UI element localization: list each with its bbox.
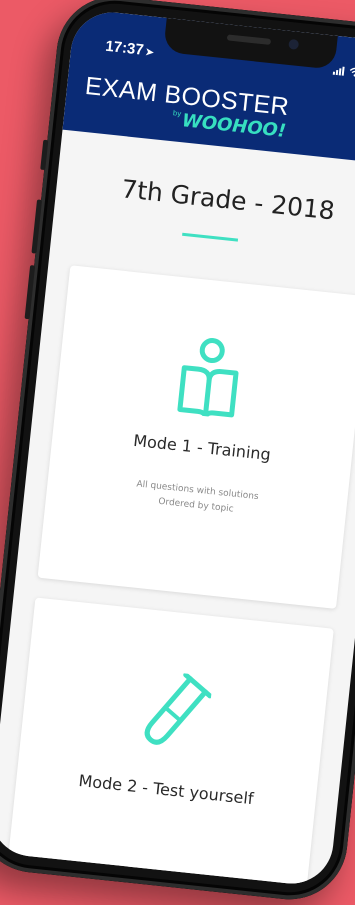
page-title: 7th Grade - 2018	[120, 174, 337, 226]
app-screen: 17:37➤ EXAM BOOSTER by WOOHOO! 7th Grade…	[0, 8, 355, 888]
wifi-icon	[349, 67, 355, 77]
cell-signal-icon	[332, 64, 345, 76]
front-camera	[288, 38, 300, 50]
status-time-text: 17:37	[104, 37, 145, 59]
mode-title: Mode 2 - Test yourself	[77, 770, 255, 809]
phone-frame: 17:37➤ EXAM BOOSTER by WOOHOO! 7th Grade…	[0, 0, 355, 905]
mode-description: All questions with solutions Ordered by …	[46, 468, 347, 529]
volume-up-button	[31, 199, 43, 254]
mode-title: Mode 1 - Training	[132, 430, 272, 465]
title-underline	[182, 232, 239, 242]
location-arrow-icon: ➤	[144, 46, 155, 59]
status-time: 17:37➤	[105, 38, 155, 60]
mode-card-test[interactable]: Mode 2 - Test yourself	[4, 597, 334, 888]
app-header: 17:37➤ EXAM BOOSTER by WOOHOO!	[62, 8, 355, 166]
volume-down-button	[24, 265, 36, 320]
mute-switch	[40, 139, 49, 171]
test-tube-icon	[21, 657, 328, 768]
mode-card-training[interactable]: Mode 1 - Training All questions with sol…	[37, 265, 355, 609]
logo-by-label: by	[172, 109, 182, 118]
reading-person-icon	[56, 321, 355, 432]
notch	[163, 17, 338, 70]
status-icons	[332, 64, 355, 81]
speaker-grille	[226, 34, 272, 45]
